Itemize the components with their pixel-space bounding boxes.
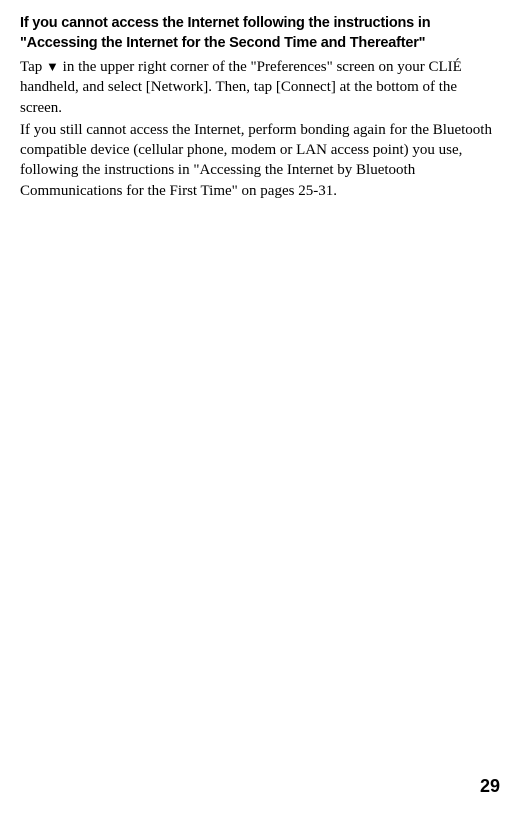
page-number: 29 (480, 776, 500, 797)
paragraph-1-suffix: in the upper right corner of the "Prefer… (20, 59, 462, 116)
paragraph-1-prefix: Tap (20, 59, 46, 75)
paragraph-2: If you still cannot access the Internet,… (20, 120, 500, 201)
section-heading: If you cannot access the Internet follow… (20, 14, 500, 53)
paragraph-1: Tap ▼ in the upper right corner of the "… (20, 57, 500, 118)
down-arrow-icon: ▼ (46, 58, 59, 76)
